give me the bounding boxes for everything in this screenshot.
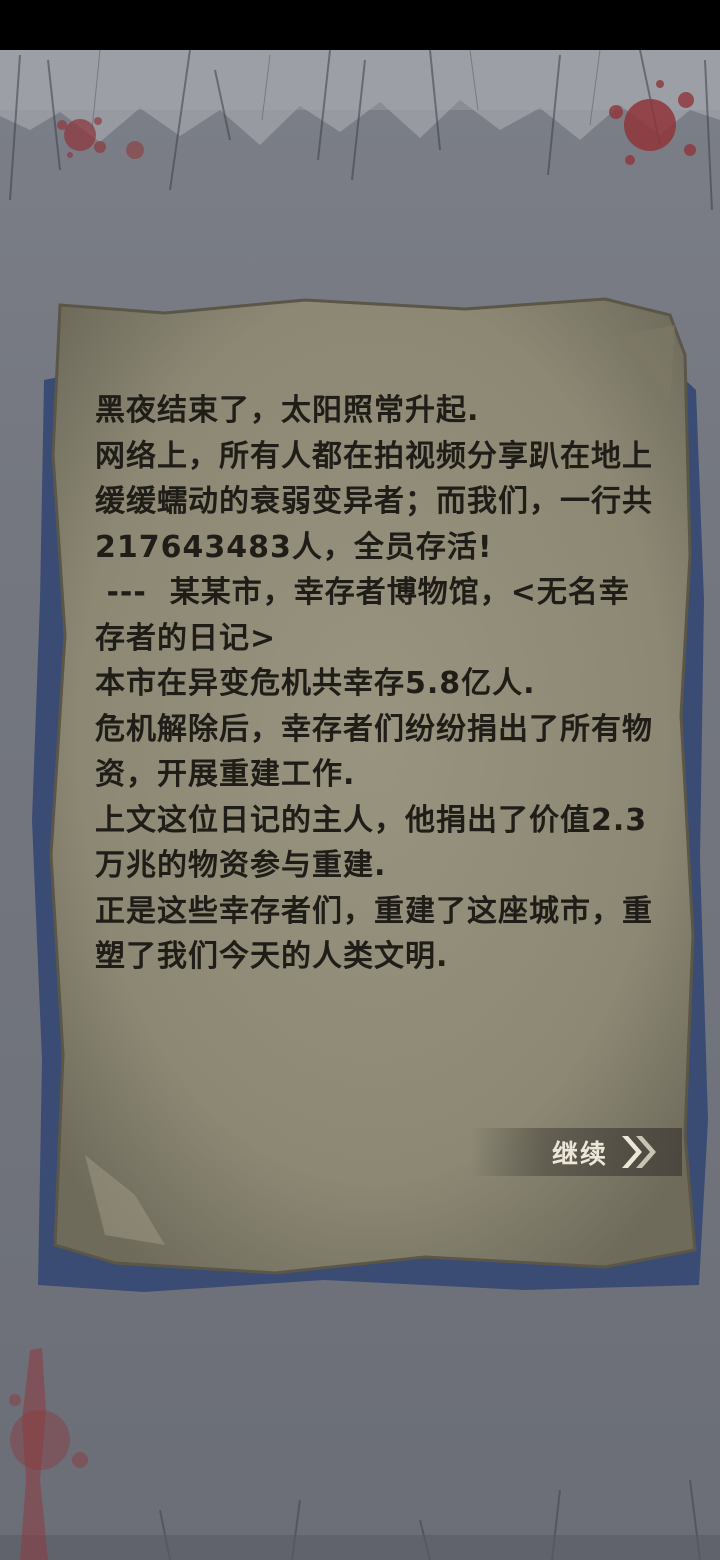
continue-button[interactable]: 继续 (470, 1128, 682, 1176)
continue-label: 继续 (551, 1139, 608, 1170)
blood-splatter (57, 117, 144, 159)
diary-text: 黑夜结束了，太阳照常升起. 网络上，所有人都在拍视频分享趴在地上缓缓蠕动的衰弱变… (95, 393, 653, 974)
double-chevron-right-icon (622, 1136, 656, 1168)
blood-splatter (609, 80, 696, 165)
scratched-wall-bottom (0, 1348, 720, 1560)
status-bar (0, 0, 720, 50)
